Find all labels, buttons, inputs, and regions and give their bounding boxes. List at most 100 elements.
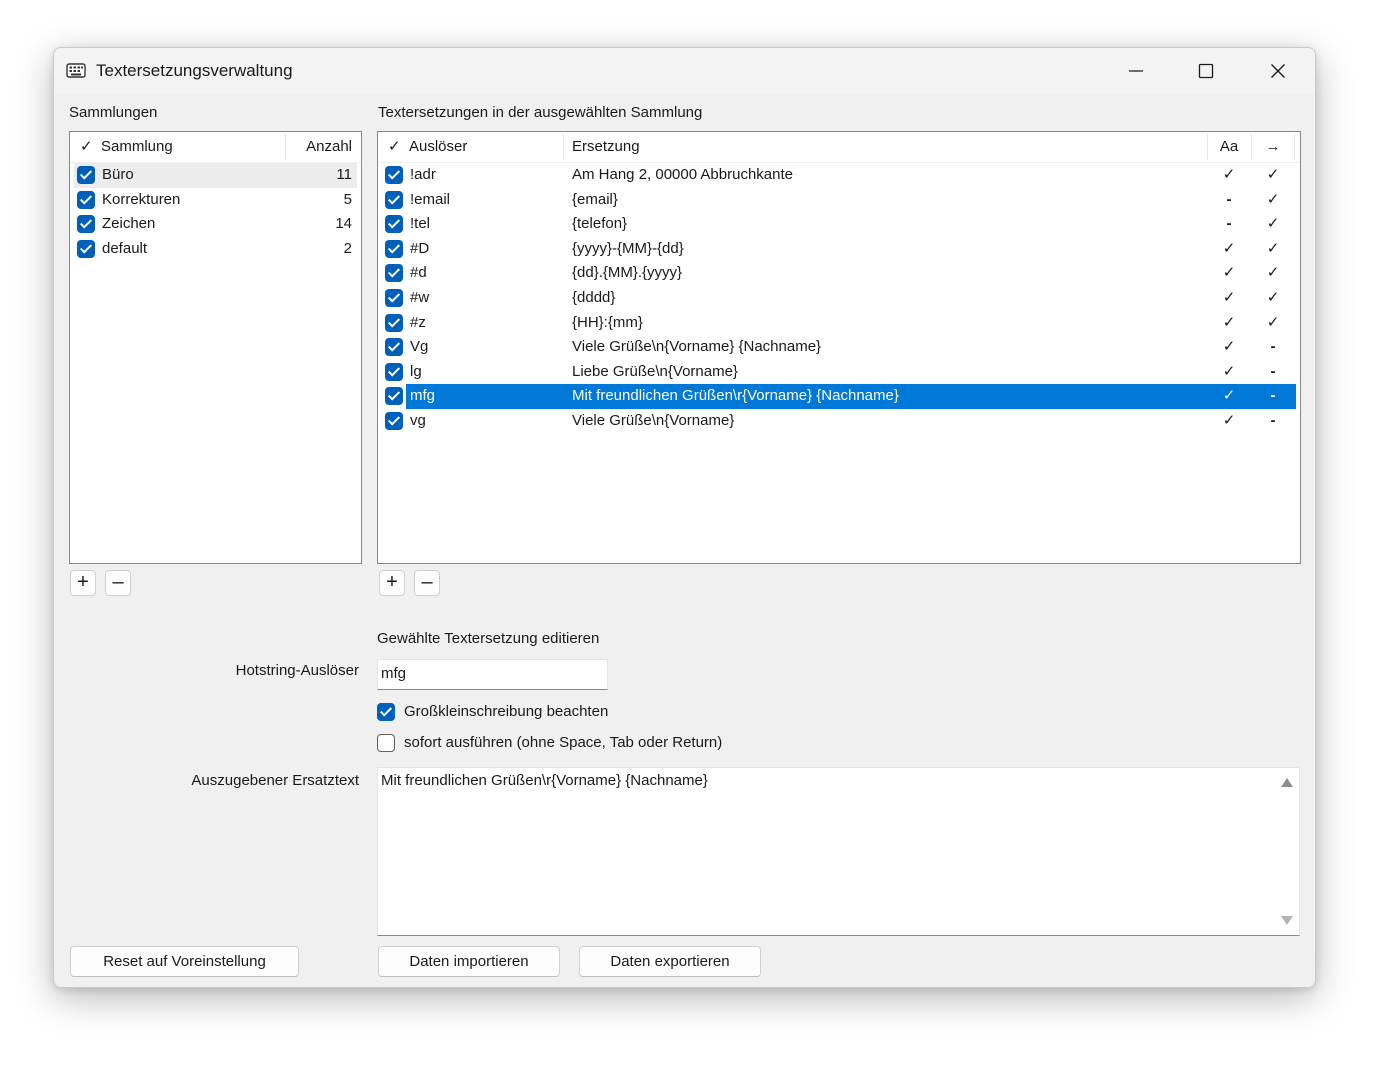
replacement-text: Viele Grüße\n{Vorname} [572,411,735,429]
replacement-checkbox[interactable] [385,166,403,184]
replacement-checkbox[interactable] [385,190,403,209]
immediate-mark: ✓ [1266,190,1280,208]
replacement-checkbox[interactable] [385,313,403,332]
maximize-icon [1198,63,1214,79]
immediate-mark: ✓ [1266,215,1280,233]
collections-header-name[interactable]: Sammlung [101,132,173,162]
column-separator[interactable] [563,134,564,160]
replacement-row[interactable]: #d {dd}.{MM}.{yyyy} ✓ ✓ [378,261,1300,286]
close-icon [1271,64,1285,78]
replacement-trigger: !email [410,190,451,208]
case-sensitive-checkbox[interactable] [377,703,395,721]
replacement-trigger: !adr [410,166,436,183]
immediate-mark: - [1270,387,1276,405]
collection-name: default [102,239,148,257]
replacement-row[interactable]: #D {yyyy}-{MM}-{dd} ✓ ✓ [378,237,1300,262]
replacement-trigger: Vg [410,338,429,356]
close-button[interactable] [1248,48,1308,94]
replacement-text: Liebe Grüße\n{Vorname} [572,362,738,380]
collection-name: Zeichen [102,215,156,233]
import-button[interactable]: Daten importieren [378,946,560,977]
replacement-row[interactable]: !email {email} - ✓ [378,188,1300,213]
replacement-checkbox[interactable] [385,239,403,258]
replacement-checkbox[interactable] [385,288,403,307]
maximize-button[interactable] [1176,48,1236,94]
replacement-text: {HH}:{mm} [572,313,643,331]
replacement-checkbox[interactable] [385,411,403,430]
collection-checkbox[interactable] [77,239,95,258]
scroll-up-arrow-icon[interactable] [1281,778,1293,787]
replacement-row[interactable]: #z {HH}:{mm} ✓ ✓ [378,311,1300,336]
replacements-header-case[interactable]: Aa [1208,132,1250,162]
trigger-input[interactable]: mfg [377,659,608,690]
case-sensitive-mark: - [1226,190,1232,208]
add-collection-button[interactable]: + [70,570,96,596]
replacement-textarea[interactable]: Mit freundlichen Grüßen\r{Vorname} {Nach… [377,767,1300,936]
textarea-scrollbar[interactable] [1273,768,1299,935]
immediate-mark: ✓ [1266,313,1280,331]
immediate-mark: ✓ [1266,239,1280,257]
text-replacement-window: Textersetzungsverwaltung Sammlungen ✓ Sa… [53,47,1316,988]
replacements-list[interactable]: ✓ Auslöser Ersetzung Aa → !adr Am Hang 2,… [377,131,1301,564]
immediate-execute-label[interactable]: sofort ausführen (ohne Space, Tab oder R… [404,734,722,751]
collection-row[interactable]: Büro 11 [70,163,361,188]
replacement-text: {dddd} [572,288,616,306]
replacement-text: {dd}.{MM}.{yyyy} [572,264,683,282]
replacement-trigger: !tel [410,215,431,233]
case-sensitive-mark: ✓ [1222,338,1236,356]
title-bar[interactable]: Textersetzungsverwaltung [54,48,1315,94]
replacement-trigger: mfg [410,387,436,405]
remove-replacement-button[interactable]: – [414,570,440,596]
immediate-mark: - [1270,338,1276,356]
immediate-mark: ✓ [1266,264,1280,282]
replacement-checkbox[interactable] [385,264,403,283]
replacement-checkbox[interactable] [385,215,403,234]
collections-list[interactable]: ✓ Sammlung Anzahl Büro 11 Korrekturen 5 Zeic… [69,131,362,564]
remove-collection-button[interactable]: – [105,570,131,596]
collections-header-check[interactable]: ✓ [80,132,93,162]
immediate-mark: - [1270,362,1276,380]
replacements-header-immediate[interactable]: → [1252,132,1294,162]
replacement-trigger: vg [410,411,426,429]
collection-row[interactable]: Zeichen 14 [70,212,361,237]
replacement-row[interactable]: Vg Viele Grüße\n{Vorname} {Nachname} ✓ - [378,335,1300,360]
collection-name: Korrekturen [102,190,181,208]
replacement-text: Mit freundlichen Grüßen\r{Vorname} {Nach… [572,387,899,405]
minimize-button[interactable] [1106,48,1166,94]
replacement-checkbox[interactable] [385,338,403,357]
add-replacement-button[interactable]: + [379,570,405,596]
replacement-row[interactable]: #w {dddd} ✓ ✓ [378,286,1300,311]
replacements-header-check[interactable]: ✓ [388,132,401,162]
case-sensitive-mark: ✓ [1222,288,1236,306]
immediate-execute-checkbox[interactable] [377,734,395,752]
immediate-mark: ✓ [1266,288,1280,306]
collection-row[interactable]: default 2 [70,237,361,262]
column-separator[interactable] [1294,134,1295,160]
replacements-header-replacement[interactable]: Ersetzung [572,132,640,162]
collections-rows: Büro 11 Korrekturen 5 Zeichen 14 default 2 [70,163,361,261]
collection-name: Büro [102,166,134,183]
replacement-checkbox[interactable] [385,387,403,406]
export-button[interactable]: Daten exportieren [579,946,761,977]
reset-button[interactable]: Reset auf Voreinstellung [70,946,299,977]
collection-row[interactable]: Korrekturen 5 [70,188,361,213]
replacement-trigger: #d [410,264,427,282]
replacements-header-trigger[interactable]: Auslöser [409,132,467,162]
replacement-row[interactable]: !tel {telefon} - ✓ [378,212,1300,237]
case-sensitive-mark: ✓ [1222,362,1236,380]
case-sensitive-label[interactable]: Großkleinschreibung beachten [404,703,608,720]
replacement-checkbox[interactable] [385,362,403,381]
window-title: Textersetzungsverwaltung [96,61,293,80]
collection-checkbox[interactable] [77,190,95,209]
collection-count: 5 [343,190,352,208]
collection-checkbox[interactable] [77,166,95,184]
scroll-down-arrow-icon[interactable] [1281,916,1293,925]
replacement-text: {yyyy}-{MM}-{dd} [572,239,684,257]
collection-count: 2 [343,239,352,257]
replacement-row[interactable]: lg Liebe Grüße\n{Vorname} ✓ - [378,360,1300,385]
collection-checkbox[interactable] [77,215,95,234]
collections-header-count[interactable]: Anzahl [286,132,352,162]
replacement-row[interactable]: vg Viele Grüße\n{Vorname} ✓ - [378,409,1300,434]
replacement-row[interactable]: !adr Am Hang 2, 00000 Abbruchkante ✓ ✓ [378,163,1300,188]
replacement-row[interactable]: mfg Mit freundlichen Grüßen\r{Vorname} {N… [378,384,1300,409]
